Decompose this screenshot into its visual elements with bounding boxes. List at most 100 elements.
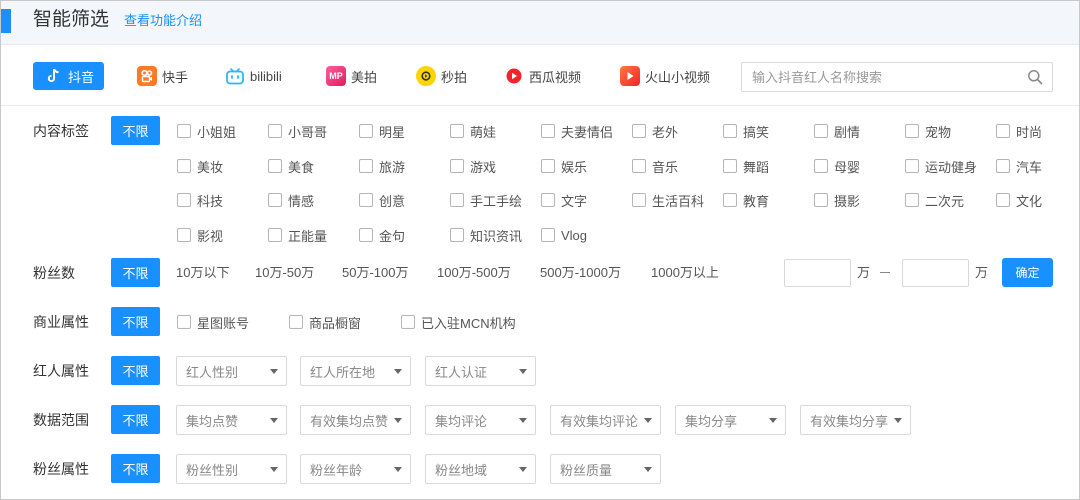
checkbox-box[interactable] — [723, 124, 737, 138]
tab-bilibili[interactable]: bilibili — [225, 62, 282, 90]
fans-range-option[interactable]: 50万-100万 — [342, 264, 408, 282]
content-tag-checkbox[interactable]: 金句 — [359, 226, 405, 244]
content-tag-checkbox[interactable]: 旅游 — [359, 157, 405, 175]
tab-meipai[interactable]: MP 美拍 — [326, 62, 377, 90]
checkbox-box[interactable] — [541, 159, 555, 173]
checkbox-box[interactable] — [177, 159, 191, 173]
content-tag-checkbox[interactable]: 母婴 — [814, 157, 860, 175]
checkbox-box[interactable] — [450, 159, 464, 173]
data-range-dropdown[interactable]: 集均点赞 — [176, 405, 287, 435]
checkbox-box[interactable] — [359, 159, 373, 173]
fans-range-option[interactable]: 10万-50万 — [255, 264, 314, 282]
content-tag-checkbox[interactable]: 创意 — [359, 191, 405, 209]
content-tag-checkbox[interactable]: 情感 — [268, 191, 314, 209]
content-tag-checkbox[interactable]: 文化 — [996, 191, 1042, 209]
content-tag-checkbox[interactable]: 摄影 — [814, 191, 860, 209]
checkbox-box[interactable] — [289, 315, 303, 329]
fans-attr-nolimit-button[interactable]: 不限 — [111, 454, 160, 483]
content-tag-checkbox[interactable]: 科技 — [177, 191, 223, 209]
checkbox-box[interactable] — [632, 124, 646, 138]
checkbox-box[interactable] — [632, 193, 646, 207]
checkbox-box[interactable] — [905, 124, 919, 138]
data-range-dropdown[interactable]: 集均分享 — [675, 405, 786, 435]
content-tag-checkbox[interactable]: 运动健身 — [905, 157, 977, 175]
checkbox-box[interactable] — [814, 124, 828, 138]
fans-range-option[interactable]: 500万-1000万 — [540, 264, 621, 282]
content-tag-checkbox[interactable]: 教育 — [723, 191, 769, 209]
content-tag-checkbox[interactable]: 游戏 — [450, 157, 496, 175]
content-tags-nolimit-button[interactable]: 不限 — [111, 116, 160, 145]
search-input[interactable] — [742, 63, 1022, 91]
content-tag-checkbox[interactable]: 二次元 — [905, 191, 964, 209]
checkbox-box[interactable] — [268, 228, 282, 242]
checkbox-box[interactable] — [359, 193, 373, 207]
checkbox-box[interactable] — [541, 228, 555, 242]
checkbox-box[interactable] — [905, 159, 919, 173]
content-tag-checkbox[interactable]: 萌娃 — [450, 122, 496, 140]
fans-range-option[interactable]: 10万以下 — [176, 264, 229, 282]
fans-min-input[interactable] — [784, 259, 851, 287]
checkbox-box[interactable] — [996, 159, 1010, 173]
data-range-dropdown[interactable]: 有效集均分享 — [800, 405, 911, 435]
fans-quality-dropdown[interactable]: 粉丝质量 — [550, 454, 661, 484]
checkbox-box[interactable] — [632, 159, 646, 173]
content-tag-checkbox[interactable]: 宠物 — [905, 122, 951, 140]
checkbox-box[interactable] — [268, 159, 282, 173]
content-tag-checkbox[interactable]: 搞笑 — [723, 122, 769, 140]
fans-region-dropdown[interactable]: 粉丝地域 — [425, 454, 536, 484]
influencer-nolimit-button[interactable]: 不限 — [111, 356, 160, 385]
checkbox-box[interactable] — [177, 228, 191, 242]
checkbox-box[interactable] — [905, 193, 919, 207]
checkbox-box[interactable] — [814, 159, 828, 173]
checkbox-box[interactable] — [723, 193, 737, 207]
content-tag-checkbox[interactable]: 小姐姐 — [177, 122, 236, 140]
checkbox-box[interactable] — [268, 193, 282, 207]
fans-range-option[interactable]: 100万-500万 — [437, 264, 511, 282]
content-tag-checkbox[interactable]: 音乐 — [632, 157, 678, 175]
checkbox-box[interactable] — [177, 315, 191, 329]
content-tag-checkbox[interactable]: 舞蹈 — [723, 157, 769, 175]
verification-dropdown[interactable]: 红人认证 — [425, 356, 536, 386]
checkbox-box[interactable] — [996, 193, 1010, 207]
data-range-nolimit-button[interactable]: 不限 — [111, 405, 160, 434]
checkbox-box[interactable] — [450, 193, 464, 207]
tab-miaopai[interactable]: 秒拍 — [416, 62, 467, 90]
data-range-dropdown[interactable]: 集均评论 — [425, 405, 536, 435]
content-tag-checkbox[interactable]: 老外 — [632, 122, 678, 140]
content-tag-checkbox[interactable]: 正能量 — [268, 226, 327, 244]
content-tag-checkbox[interactable]: 知识资讯 — [450, 226, 522, 244]
tab-douyin[interactable]: 抖音 — [33, 62, 105, 90]
tab-xigua[interactable]: 西瓜视频 — [504, 62, 581, 90]
checkbox-box[interactable] — [401, 315, 415, 329]
checkbox-box[interactable] — [359, 228, 373, 242]
content-tag-checkbox[interactable]: 明星 — [359, 122, 405, 140]
fans-age-dropdown[interactable]: 粉丝年龄 — [300, 454, 411, 484]
feature-intro-link[interactable]: 查看功能介绍 — [124, 12, 202, 30]
fans-range-option[interactable]: 1000万以上 — [651, 264, 719, 282]
content-tag-checkbox[interactable]: 美食 — [268, 157, 314, 175]
content-tag-checkbox[interactable]: 夫妻情侣 — [541, 122, 613, 140]
fans-max-input[interactable] — [902, 259, 969, 287]
business-checkbox[interactable]: 已入驻MCN机构 — [401, 313, 516, 331]
content-tag-checkbox[interactable]: 娱乐 — [541, 157, 587, 175]
confirm-button[interactable]: 确定 — [1002, 258, 1053, 287]
business-nolimit-button[interactable]: 不限 — [111, 307, 160, 336]
checkbox-box[interactable] — [723, 159, 737, 173]
content-tag-checkbox[interactable]: Vlog — [541, 226, 587, 244]
content-tag-checkbox[interactable]: 小哥哥 — [268, 122, 327, 140]
tab-huoshan[interactable]: 火山小视频 — [620, 62, 710, 90]
content-tag-checkbox[interactable]: 剧情 — [814, 122, 860, 140]
data-range-dropdown[interactable]: 有效集均点赞 — [300, 405, 411, 435]
content-tag-checkbox[interactable]: 影视 — [177, 226, 223, 244]
checkbox-box[interactable] — [268, 124, 282, 138]
checkbox-box[interactable] — [177, 124, 191, 138]
content-tag-checkbox[interactable]: 美妆 — [177, 157, 223, 175]
tab-kuaishou[interactable]: 快手 — [137, 62, 188, 90]
content-tag-checkbox[interactable]: 手工手绘 — [450, 191, 522, 209]
checkbox-box[interactable] — [996, 124, 1010, 138]
business-checkbox[interactable]: 商品橱窗 — [289, 313, 361, 331]
data-range-dropdown[interactable]: 有效集均评论 — [550, 405, 661, 435]
location-dropdown[interactable]: 红人所在地 — [300, 356, 411, 386]
content-tag-checkbox[interactable]: 文字 — [541, 191, 587, 209]
checkbox-box[interactable] — [177, 193, 191, 207]
